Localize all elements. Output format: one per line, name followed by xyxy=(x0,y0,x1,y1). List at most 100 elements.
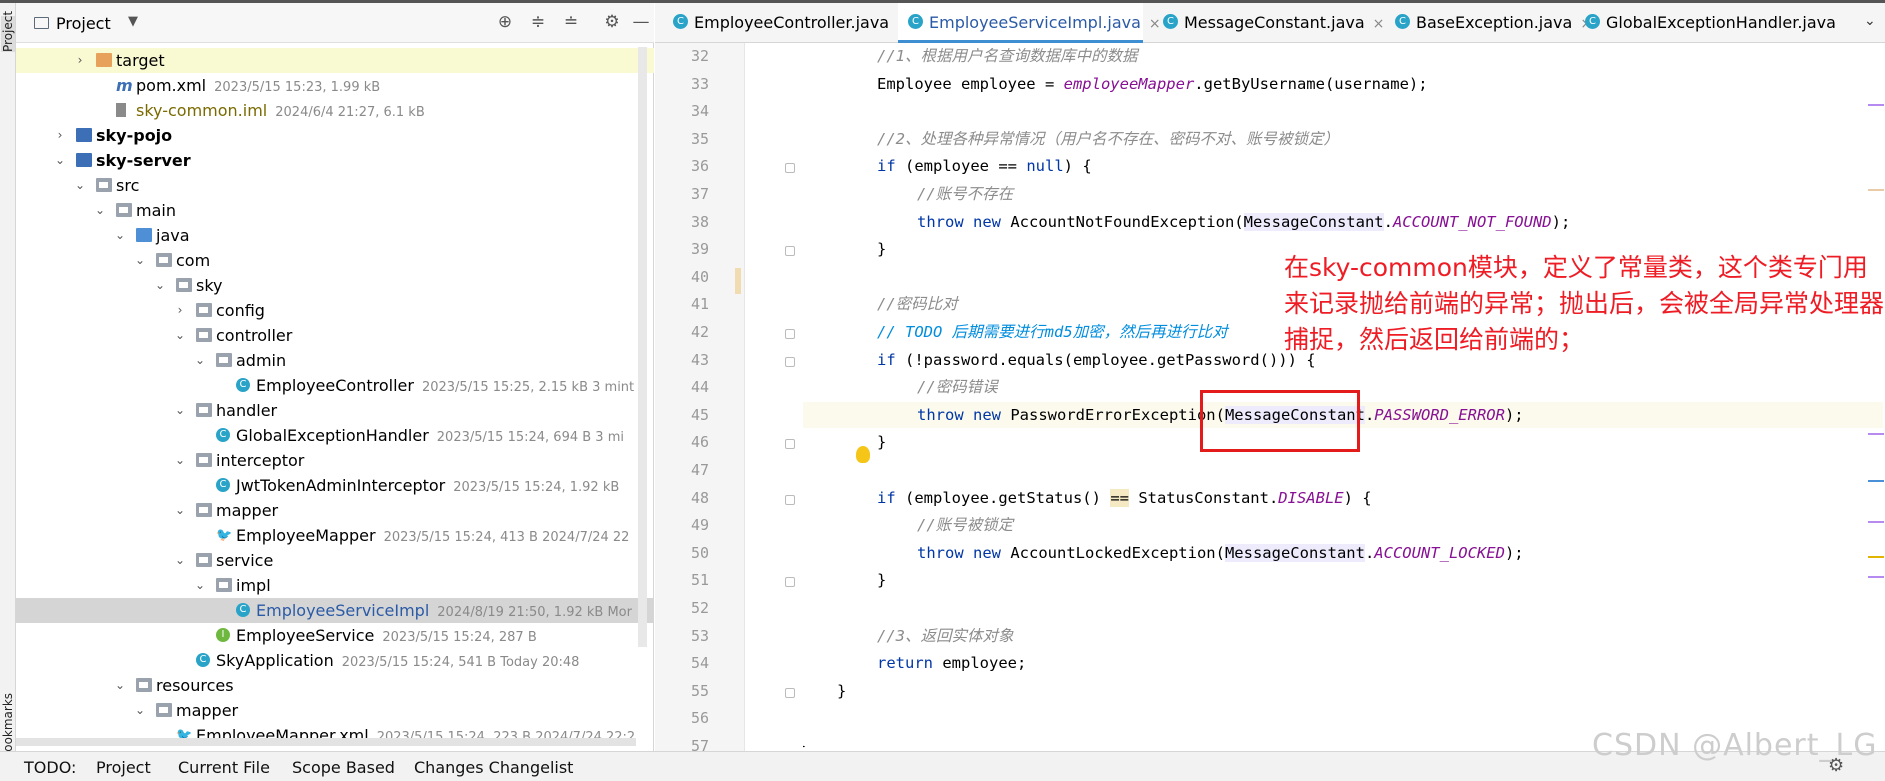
code-line[interactable]: //密码错误 xyxy=(917,374,1883,400)
chevron-down-icon[interactable]: ▼ xyxy=(128,14,138,29)
tree-item[interactable]: I EmployeeService 2023/5/15 15:24, 287 B xyxy=(16,623,654,648)
tree-item[interactable]: ⌄ admin xyxy=(16,348,654,373)
line-number: 41 xyxy=(690,295,709,314)
code-line[interactable]: //账号被锁定 xyxy=(917,512,1883,538)
chevron-down-icon[interactable]: ⌄ xyxy=(194,348,206,373)
class-icon: C xyxy=(236,378,250,392)
chevron-down-icon[interactable]: ⌄ xyxy=(134,698,146,723)
fold-marker-icon[interactable] xyxy=(785,494,795,505)
code-line[interactable]: throw new AccountNotFoundException(Messa… xyxy=(917,209,1883,235)
todo-scope-tab[interactable]: Project xyxy=(96,758,151,777)
tree-item-label: sky-pojo xyxy=(96,126,173,145)
gear-icon[interactable]: ⚙ xyxy=(601,12,623,32)
tree-item[interactable]: sky-common.iml 2024/6/4 21:27, 6.1 kB xyxy=(16,98,654,123)
code-line[interactable]: return employee; xyxy=(877,650,1883,676)
todo-scope-tab[interactable]: Current File xyxy=(178,758,270,777)
chevron-down-icon[interactable]: ⌄ xyxy=(114,223,126,248)
code-line[interactable]: Employee employee = employeeMapper.getBy… xyxy=(877,71,1883,97)
tree-item[interactable]: ⌄ java xyxy=(16,223,654,248)
tree-item[interactable]: ⌄ com xyxy=(16,248,654,273)
fold-marker-icon[interactable] xyxy=(785,163,795,174)
code-line[interactable]: //3、返回实体对象 xyxy=(877,623,1883,649)
tree-item[interactable]: ⌄ src xyxy=(16,173,654,198)
editor-tab[interactable]: C EmployeeServiceImpl.java × xyxy=(898,3,1161,43)
editor-tab[interactable]: C GlobalExceptionHandler.java xyxy=(1575,3,1865,43)
project-horizontal-scrollbar[interactable] xyxy=(16,738,636,746)
line-number: 50 xyxy=(690,543,709,562)
code-line[interactable]: if (employee.getStatus() == StatusConsta… xyxy=(877,485,1883,511)
code-line[interactable]: } xyxy=(877,429,1883,455)
tree-item[interactable]: ⌄ mapper xyxy=(16,498,654,523)
tree-item[interactable]: ⌄ handler xyxy=(16,398,654,423)
tree-item[interactable]: ⌄ service xyxy=(16,548,654,573)
tree-item[interactable]: ⌄ controller xyxy=(16,323,654,348)
chevron-right-icon[interactable]: › xyxy=(174,298,186,323)
tree-item[interactable]: ⌄ impl xyxy=(16,573,654,598)
code-token: ) { xyxy=(1063,157,1092,176)
tree-item[interactable]: ⌄ interceptor xyxy=(16,448,654,473)
folder-icon xyxy=(196,453,212,467)
project-scrollbar[interactable] xyxy=(638,47,647,647)
tree-item[interactable]: C EmployeeController 2023/5/15 15:25, 2.15… xyxy=(16,373,654,398)
project-panel-title[interactable]: Project xyxy=(56,14,111,33)
chevron-down-icon[interactable]: ⌄ xyxy=(54,148,66,173)
chevron-down-icon[interactable]: ⌄ xyxy=(174,323,186,348)
code-line[interactable]: //1、根据用户名查询数据库中的数据 xyxy=(877,43,1883,69)
tree-item[interactable]: ⌄ main xyxy=(16,198,654,223)
todo-label: TODO: xyxy=(24,758,77,777)
code-line[interactable]: throw new PasswordErrorException(Message… xyxy=(917,402,1883,428)
tree-item[interactable]: ⌄ sky xyxy=(16,273,654,298)
fold-marker-icon[interactable] xyxy=(785,329,795,339)
editor-tab-label: EmployeeServiceImpl.java xyxy=(929,13,1141,32)
chevron-down-icon[interactable]: ⌄ xyxy=(174,498,186,523)
tree-item[interactable]: ⌄ resources xyxy=(16,673,654,698)
code-line[interactable]: if (employee == null) { xyxy=(877,153,1883,179)
editor-tab[interactable]: CBaseException.java× xyxy=(1385,3,1592,43)
chevron-down-icon[interactable]: ⌄ xyxy=(94,198,106,223)
locate-icon[interactable]: ⊕ xyxy=(494,12,516,32)
tree-item[interactable]: ⌄ sky-server xyxy=(16,148,654,173)
tree-item[interactable]: › target xyxy=(16,48,654,73)
tab-list-chevron-icon[interactable]: ⌄ xyxy=(1864,13,1876,29)
chevron-down-icon[interactable]: ⌄ xyxy=(174,448,186,473)
editor-tab[interactable]: C MessageConstant.java × xyxy=(1153,3,1384,43)
chevron-down-icon[interactable]: ⌄ xyxy=(194,573,206,598)
fold-marker-icon[interactable] xyxy=(785,356,795,367)
code-line[interactable]: //2、处理各种异常情况（用户名不存在、密码不对、账号被锁定） xyxy=(877,126,1883,152)
fold-marker-icon[interactable] xyxy=(785,687,795,698)
code-line[interactable]: //账号不存在 xyxy=(917,181,1883,207)
fold-marker-icon[interactable] xyxy=(785,577,795,588)
todo-scope-tab[interactable]: Changes Changelist xyxy=(414,758,573,777)
chevron-down-icon[interactable]: ⌄ xyxy=(174,398,186,423)
chevron-down-icon[interactable]: ⌄ xyxy=(74,173,86,198)
editor-tab[interactable]: CEmployeeController.java× xyxy=(663,3,909,43)
fold-marker-icon[interactable] xyxy=(785,439,795,450)
collapse-all-icon[interactable]: ≐ xyxy=(560,12,582,32)
expand-all-icon[interactable]: ≑ xyxy=(527,12,549,32)
tree-item[interactable]: C JwtTokenAdminInterceptor 2023/5/15 15:24… xyxy=(16,473,654,498)
tree-item[interactable]: m pom.xml 2023/5/15 15:23, 1.99 kB xyxy=(16,73,654,98)
chevron-right-icon[interactable]: › xyxy=(74,48,86,73)
chevron-down-icon[interactable]: ⌄ xyxy=(174,548,186,573)
tree-item[interactable]: C EmployeeServiceImpl 2024/8/19 21:50, 1.9… xyxy=(16,598,654,623)
code-line[interactable]: throw new AccountLockedException(Message… xyxy=(917,540,1883,566)
project-tool-tab[interactable]: Project xyxy=(1,11,15,52)
chevron-down-icon[interactable]: ⌄ xyxy=(114,673,126,698)
chevron-right-icon[interactable]: › xyxy=(54,123,66,148)
todo-scope-tab[interactable]: Scope Based xyxy=(292,758,395,777)
chevron-down-icon[interactable]: ⌄ xyxy=(154,273,166,298)
tree-item[interactable]: 🐦 EmployeeMapper 2023/5/15 15:24, 413 B 20… xyxy=(16,523,654,548)
tree-item[interactable]: › sky-pojo xyxy=(16,123,654,148)
tree-item[interactable]: C GlobalExceptionHandler 2023/5/15 15:24, … xyxy=(16,423,654,448)
code-token: // TODO xyxy=(877,323,943,341)
code-line[interactable]: } xyxy=(877,567,1883,593)
chevron-down-icon[interactable]: ⌄ xyxy=(134,248,146,273)
fold-marker-icon[interactable] xyxy=(785,246,795,257)
tree-item[interactable]: ⌄ mapper xyxy=(16,698,654,723)
minimize-icon[interactable]: — xyxy=(630,12,652,32)
tree-item[interactable]: C SkyApplication 2023/5/15 15:24, 541 B To… xyxy=(16,648,654,673)
close-tab-icon[interactable]: × xyxy=(1373,16,1385,32)
gear-icon[interactable]: ⚙ xyxy=(1828,755,1844,776)
code-line[interactable]: } xyxy=(837,678,1883,704)
tree-item[interactable]: › config xyxy=(16,298,654,323)
